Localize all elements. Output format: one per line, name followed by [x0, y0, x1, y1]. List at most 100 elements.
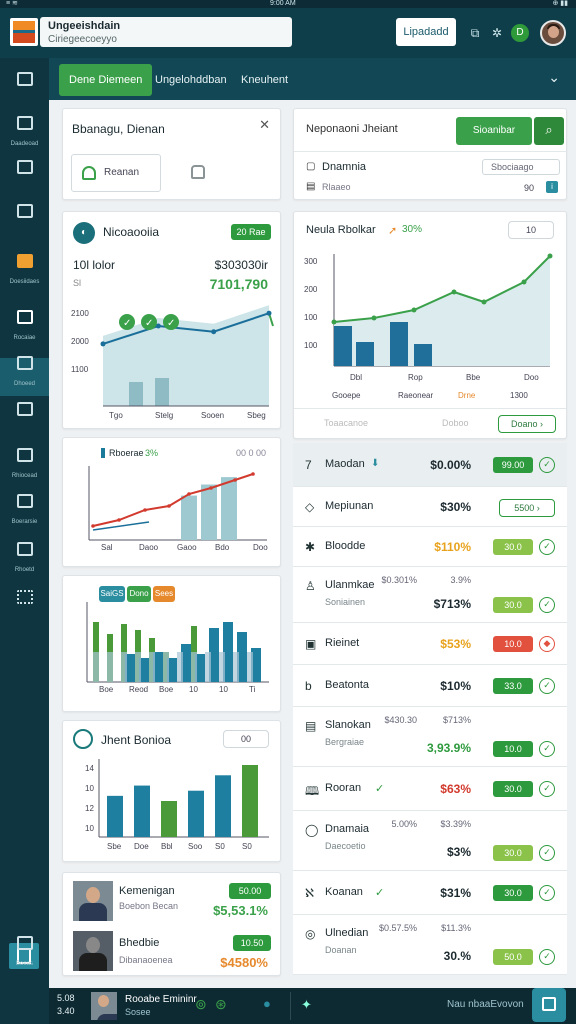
online-status-icon[interactable]: D [511, 24, 529, 42]
sidebar-item-history[interactable]: Dhoeed [0, 350, 49, 394]
sidebar-label: Rocaiae [13, 335, 36, 341]
asset-row[interactable]: ▣ Rieinet $53% 10.0 ◆ [293, 623, 567, 665]
row-badge: 50.0 [493, 949, 533, 965]
person-badge: 10.50 [233, 935, 271, 951]
app-logo[interactable] [10, 18, 38, 46]
asset-row[interactable]: 7 Maodan ⬇ $0.00% 99.00 ✓ [293, 443, 567, 487]
row-badge: 30.0 [493, 885, 533, 901]
x-tick-label: Stelg [155, 411, 173, 420]
sidebar-item-home[interactable] [0, 66, 49, 110]
row-action-icon[interactable]: ✓ [539, 539, 555, 555]
asset-row[interactable]: ◯ Dnamaia Daecoetio 5.00% $3.39% $3% 30.0 ✓ [293, 811, 567, 871]
sidebar-item-reports[interactable]: Rocaiae [0, 304, 49, 348]
search-button[interactable]: Sioanibar [456, 117, 532, 145]
asset-row[interactable]: ✱ Bloodde $110% 30.0 ✓ [293, 527, 567, 567]
lock-icon[interactable] [191, 165, 205, 179]
sidebar-label: Dhoeed [13, 381, 36, 387]
sidebar-item-split[interactable] [0, 154, 49, 198]
row-action-icon[interactable]: ✓ [539, 885, 555, 901]
row-value-tertiary: $11.3% [441, 923, 471, 933]
card3-bar-chart: Boe Reod Boe 10 10 Ti [86, 602, 269, 694]
bar [135, 652, 141, 682]
row-icon: b [305, 679, 312, 693]
sidebar-item-grid[interactable] [0, 396, 49, 440]
asset-row[interactable]: 🕮 Rooran ✓ $63% 30.0 ✓ [293, 767, 567, 811]
right-search-card: Neponaoni Jheiant Sioanibar ⌕ ▢ Dnamnia … [293, 108, 567, 200]
tab-knowledge[interactable]: Kneuhent [231, 64, 298, 96]
sidebar-label: Boerarsie [11, 519, 38, 525]
save-icon [542, 997, 556, 1011]
link-icon[interactable]: ⊚ [195, 996, 207, 1013]
tab-overview[interactable]: Dene Diemeen [59, 64, 153, 96]
data-point [187, 492, 191, 496]
asset-row[interactable]: b Beatonta $10% 33.0 ✓ [293, 665, 567, 707]
footer-avatar[interactable] [91, 992, 117, 1020]
person-avatar[interactable] [73, 881, 113, 921]
tab-bar: Dene Diemeen Ungelohddban Kneuhent ⌄ [49, 58, 576, 100]
person-avatar[interactable] [73, 931, 113, 971]
sync-icon[interactable]: ● [263, 996, 271, 1011]
row-action-icon[interactable]: ✓ [539, 678, 555, 694]
row-action-icon[interactable]: ✓ [539, 741, 555, 757]
market-range-control[interactable]: 10 [508, 221, 554, 239]
row-action-icon[interactable]: ✓ [539, 597, 555, 613]
asset-row[interactable]: ♙ Ulanmkae Soniainen $0.301% 3.9% $713% 30.0 ✓ [293, 567, 567, 623]
row-action-icon[interactable]: ◆ [539, 636, 555, 652]
row-action-icon[interactable]: ✓ [539, 845, 555, 861]
asset-row[interactable]: ◇ Mepiunan $30% 5500 › [293, 487, 567, 527]
summary-filter[interactable]: Sbociaago [482, 159, 560, 175]
sidebar-item-cloud[interactable]: Boeas [0, 930, 49, 974]
row-value: $31% [440, 886, 471, 900]
upgrade-button[interactable]: Lipadadd [396, 18, 456, 46]
row-value: $110% [434, 540, 471, 554]
chart-card-4: Jhent Bonioa 00 14 10 12 10 Sbe Doe Bbl Soo S0 S0 [62, 720, 281, 862]
share-icon[interactable]: ⊛ [215, 996, 227, 1013]
info-icon[interactable]: i [546, 181, 558, 193]
row-icon: 🕮 [305, 784, 320, 798]
row-action-icon[interactable]: ✓ [539, 781, 555, 797]
card4-control-value: 00 [240, 734, 251, 744]
right-search-input[interactable]: Neponaoni Jheiant [306, 123, 398, 135]
chart-card-3: SaiGS Dono Sees Boe Reod Boe 10 10 Ti [62, 575, 281, 712]
sidebar-item-browser[interactable]: Boerarsie [0, 488, 49, 532]
app-title-field[interactable]: Ungeeishdain Ciriegeecoeyyo [40, 17, 292, 47]
sparkle-icon[interactable]: ✲ [490, 26, 504, 40]
sidebar-item-dashboard[interactable]: Daadeoad [0, 110, 49, 154]
copy-icon[interactable]: ⧉ [468, 26, 482, 40]
sidebar-item-users[interactable]: Rhoetd [0, 536, 49, 580]
row-name: Rieinet [325, 637, 360, 649]
trend-icon: ➚ [388, 225, 398, 237]
home-icon [82, 166, 96, 180]
row-name: Koanan [325, 886, 363, 898]
asset-row[interactable]: ▤ Slanokan Bergraiae $430.30 $713% 3,93.9% 10.… [293, 707, 567, 767]
card1-green-value: 7101,790 [209, 276, 268, 292]
user-avatar[interactable] [540, 20, 566, 46]
sidebar-item-analytics[interactable]: Rhiocead [0, 442, 49, 486]
asset-row[interactable]: ◎ Ulnedian Doanan $0.57.5% $11.3% 30.% 50.0 ✓ [293, 915, 567, 975]
sidebar-item-more[interactable] [0, 584, 49, 628]
close-icon[interactable]: ✕ [259, 117, 270, 133]
search-field[interactable]: Reanan [71, 154, 161, 192]
pin-icon[interactable]: ✦ [301, 997, 312, 1013]
sidebar-label: Daadeoad [10, 141, 39, 147]
card4-control[interactable]: 00 [223, 730, 269, 748]
sidebar-item-briefcase[interactable] [0, 198, 49, 242]
x-tick-label: Doe [134, 842, 149, 851]
chevron-down-icon[interactable]: ⌄ [548, 69, 560, 86]
search-icon[interactable]: ⌕ [534, 117, 564, 145]
bar [129, 382, 143, 406]
asset-row[interactable]: ℵ Koanan ✓ $31% 30.0 ✓ [293, 871, 567, 915]
bar [219, 652, 225, 682]
app-subtitle: Ciriegeecoeyyo [48, 34, 117, 45]
x-tick-label: Boe [159, 685, 174, 694]
market-footer-button[interactable]: Doano › [498, 415, 556, 433]
footer-left-top: 5.08 [57, 993, 75, 1003]
row-icon: ▣ [305, 637, 317, 651]
sidebar-item-folders[interactable]: Doesiidaes [0, 248, 49, 292]
y-tick-label: 300 [304, 257, 318, 266]
row-badge[interactable]: 5500 › [499, 499, 555, 517]
tab-updates[interactable]: Ungelohddban [145, 64, 237, 96]
row-action-icon[interactable]: ✓ [539, 457, 555, 473]
floating-action-button[interactable] [532, 988, 566, 1022]
row-action-icon[interactable]: ✓ [539, 949, 555, 965]
